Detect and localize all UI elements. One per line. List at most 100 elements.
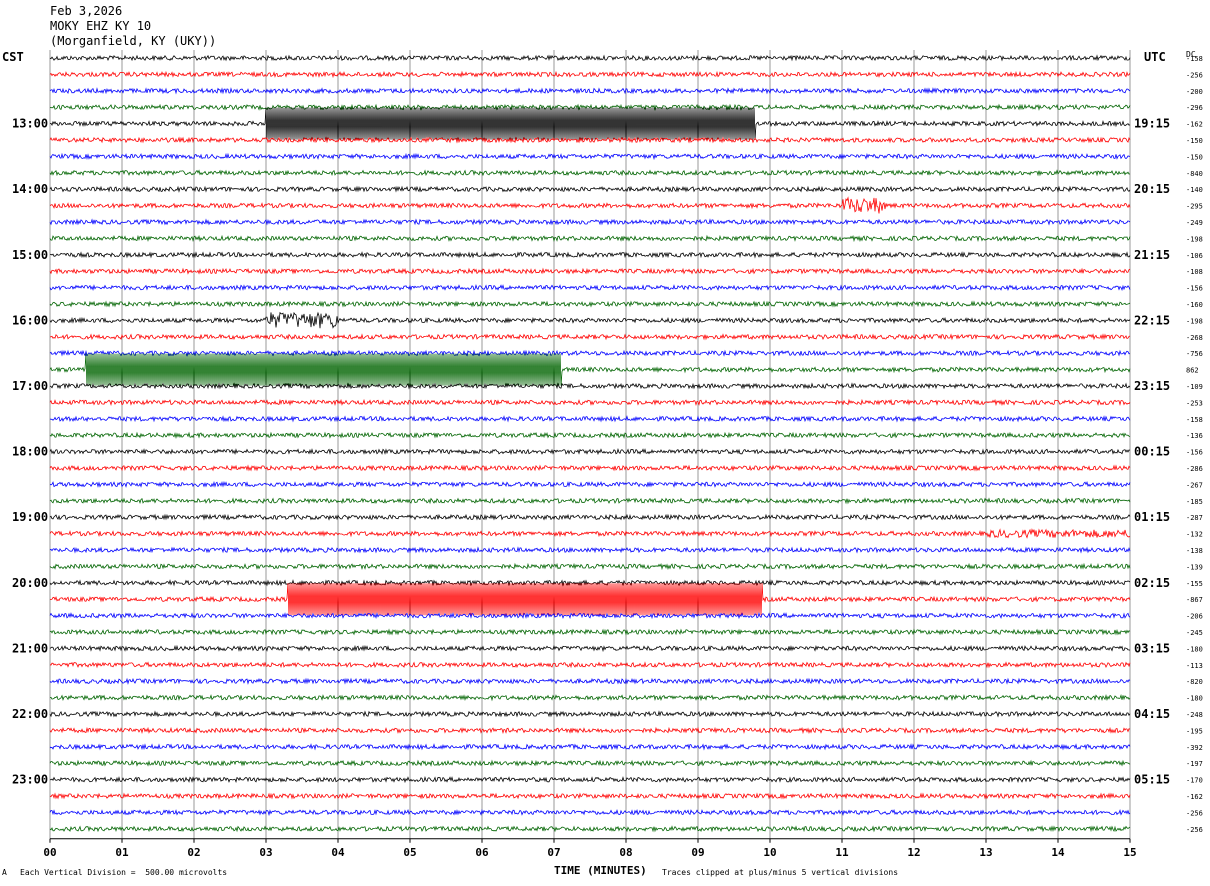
seismogram-plot: 00 01 02 03 04 05 06 07 08 09 10 11 12 13 14 15 -158 -25… [12, 50, 1203, 859]
x-tick-label: 10 [763, 846, 776, 859]
dc-offset-label: -286 [1186, 465, 1203, 473]
trace-line [49, 54, 1131, 62]
dc-offset-label: -198 [1186, 235, 1203, 243]
x-tick-label: 04 [331, 846, 345, 859]
dc-offset-label: -155 [1186, 580, 1203, 588]
dc-offset-label: -113 [1186, 662, 1203, 670]
x-axis: 00 01 02 03 04 05 06 07 08 09 10 11 12 13 14 15 [43, 838, 1137, 859]
utc-hour-label: 22:15 [1134, 313, 1170, 327]
x-tick-label: 00 [43, 846, 56, 859]
dc-offset-label: -140 [1186, 186, 1203, 194]
dc-offset-label: -295 [1186, 203, 1203, 211]
trace-line [49, 196, 1131, 214]
trace-line [49, 677, 1131, 685]
header-station: MOKY EHZ KY 10 [50, 19, 152, 33]
trace-line [49, 152, 1131, 161]
x-tick-label: 02 [187, 846, 200, 859]
utc-hour-label: 19:15 [1134, 117, 1170, 131]
dc-offset-label: -150 [1186, 137, 1203, 145]
x-tick-label: 12 [907, 846, 920, 859]
dc-offset-label: -170 [1186, 777, 1203, 785]
time-gridlines [49, 50, 1131, 839]
cst-hour-label: 21:00 [12, 641, 48, 655]
dc-offset-label: -392 [1186, 744, 1203, 752]
dc-offset-label: -197 [1186, 760, 1203, 768]
right-timezone-label: UTC [1144, 50, 1166, 64]
utc-hour-label: 20:15 [1134, 182, 1170, 196]
cst-hour-label: 23:00 [12, 773, 48, 787]
trace-line [49, 743, 1131, 751]
trace-line [49, 382, 1131, 390]
dc-offset-label: -840 [1186, 170, 1203, 178]
dc-offset-label: -245 [1186, 629, 1203, 637]
utc-hour-label: 04:15 [1134, 707, 1170, 721]
trace-line [49, 448, 1131, 456]
trace-line [49, 284, 1131, 292]
trace-line [49, 353, 1131, 386]
trace-line [49, 628, 1131, 636]
dc-offset-label: -206 [1186, 613, 1203, 621]
trace-line [49, 726, 1131, 735]
dc-offset-label: -160 [1186, 301, 1203, 309]
dc-offset-label: -267 [1186, 481, 1203, 489]
dc-offset-label: -253 [1186, 399, 1203, 407]
cst-hour-label: 15:00 [12, 248, 48, 262]
cst-hour-label: 14:00 [12, 182, 48, 196]
cst-hour-label: 16:00 [12, 313, 48, 327]
cst-hour-label: 18:00 [12, 445, 48, 459]
dc-offset-label: -138 [1186, 547, 1203, 555]
trace-line [49, 792, 1131, 800]
cst-hour-label: 22:00 [12, 707, 48, 721]
trace-line [49, 825, 1131, 833]
trace-line [49, 300, 1131, 308]
cst-hour-label: 13:00 [12, 117, 48, 131]
x-tick-label: 01 [115, 846, 129, 859]
dc-label: DC [1186, 50, 1196, 59]
dc-offset-label: -296 [1186, 104, 1203, 112]
trace-line [49, 464, 1131, 472]
trace-line [49, 251, 1131, 259]
utc-hour-label: 00:15 [1134, 445, 1170, 459]
trace-line [49, 185, 1131, 193]
left-timezone-label: CST [2, 50, 24, 64]
utc-hour-label: 23:15 [1134, 379, 1170, 393]
dc-offset-label: -248 [1186, 711, 1203, 719]
trace-line [49, 107, 1131, 140]
trace-line [49, 776, 1131, 784]
dc-offset-label: -156 [1186, 285, 1203, 293]
dc-offset-label: -256 [1186, 71, 1203, 79]
dc-offset-label: 862 [1186, 367, 1199, 375]
dc-offset-label: -158 [1186, 416, 1203, 424]
utc-hour-label: 21:15 [1134, 248, 1170, 262]
seismic-traces [49, 54, 1131, 833]
trace-line [49, 311, 1131, 329]
trace-line [49, 70, 1131, 79]
dc-offset-label: -156 [1186, 449, 1203, 457]
dc-offset-label: -106 [1186, 252, 1203, 260]
dc-offset-label: -180 [1186, 645, 1203, 653]
dc-offset-label: -256 [1186, 809, 1203, 817]
x-tick-label: 05 [403, 846, 416, 859]
utc-hour-label: 03:15 [1134, 641, 1170, 655]
x-tick-label: 14 [1051, 846, 1065, 859]
dc-offset-label: -200 [1186, 88, 1203, 96]
x-axis-title: TIME (MINUTES) [554, 864, 647, 877]
trace-line [49, 333, 1131, 341]
trace-line [49, 513, 1131, 521]
trace-line [49, 562, 1131, 571]
dc-offset-label: -162 [1186, 121, 1203, 129]
trace-line [49, 644, 1131, 653]
x-tick-label: 07 [547, 846, 560, 859]
trace-line [49, 87, 1131, 95]
trace-line [49, 612, 1131, 620]
header-location: (Morganfield, KY (UKY)) [50, 34, 217, 48]
dc-offset-label: -108 [1186, 268, 1203, 276]
x-tick-label: 06 [475, 846, 489, 859]
utc-hour-label: 05:15 [1134, 773, 1170, 787]
cst-hour-label: 17:00 [12, 379, 48, 393]
trace-line [49, 431, 1131, 439]
dc-offset-label: -185 [1186, 498, 1203, 506]
dc-offset-label: -867 [1186, 596, 1203, 604]
trace-line [49, 169, 1131, 177]
x-tick-label: 03 [259, 846, 272, 859]
